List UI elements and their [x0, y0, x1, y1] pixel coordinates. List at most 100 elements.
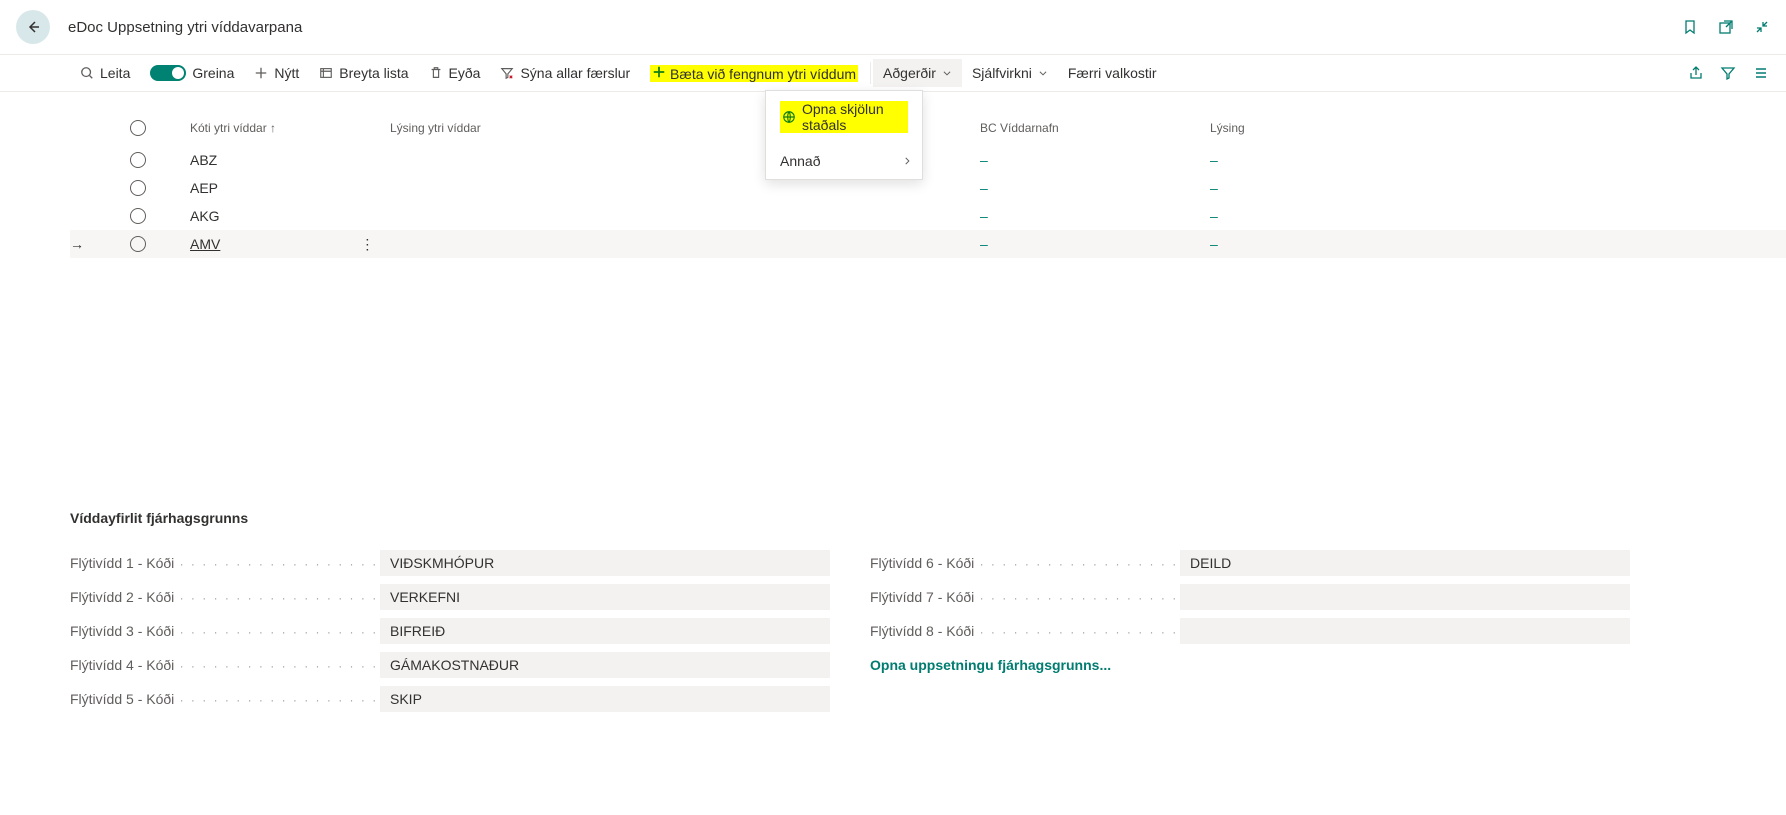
edit-list-action[interactable]: Breyta lista	[309, 59, 418, 87]
field-row: Flýtivídd 8 - Kóði	[870, 614, 1630, 648]
cell-bc[interactable]: –	[980, 208, 1210, 224]
field-value[interactable]: VIÐSKMHÓPUR	[380, 550, 830, 576]
fewer-options-action[interactable]: Færri valkostir	[1058, 59, 1167, 87]
plus-icon	[254, 66, 268, 80]
chevron-down-icon	[942, 68, 952, 78]
add-external-dims-label: Bæta við fengnum ytri víddum	[670, 66, 856, 82]
green-plus-icon	[652, 65, 666, 79]
cell-code: ABZ	[190, 152, 390, 168]
toolbar: Leita Greina Nýtt Breyta lista Eyða Sýna…	[0, 55, 1786, 92]
trash-icon	[429, 66, 443, 80]
cell-bc[interactable]: –	[980, 236, 1210, 252]
edit-list-icon	[319, 66, 333, 80]
field-row: Flýtivídd 3 - Kóði BIFREIÐ	[70, 614, 830, 648]
row-radio[interactable]	[130, 236, 146, 252]
share-icon[interactable]	[1688, 65, 1704, 81]
row-radio[interactable]	[130, 208, 146, 224]
actions-menu-button[interactable]: Aðgerðir	[873, 59, 962, 87]
field-value[interactable]	[1180, 584, 1630, 610]
col-bc-name[interactable]: BC Víddarnafn	[980, 121, 1210, 135]
filter-icon[interactable]	[1720, 65, 1736, 81]
field-row: Flýtivídd 6 - Kóði DEILD	[870, 546, 1630, 580]
collapse-icon[interactable]	[1754, 19, 1770, 35]
toolbar-divider	[870, 62, 871, 84]
back-button[interactable]	[16, 10, 50, 44]
cell-code: AKG	[190, 208, 390, 224]
open-gl-setup-link-row: Opna uppsetningu fjárhagsgrunns...	[870, 648, 1630, 682]
table-row[interactable]: AEP – –	[70, 174, 1786, 202]
cell-lysing[interactable]: –	[1210, 236, 1510, 252]
add-external-dims-action[interactable]: Bæta við fengnum ytri víddum	[640, 59, 868, 88]
table-row[interactable]: AKG – –	[70, 202, 1786, 230]
popout-icon[interactable]	[1718, 19, 1734, 35]
cell-bc[interactable]: –	[980, 180, 1210, 196]
cell-lysing[interactable]: –	[1210, 180, 1510, 196]
field-label: Flýtivídd 2 - Kóði	[70, 589, 380, 605]
new-action[interactable]: Nýtt	[244, 59, 309, 87]
list-icon[interactable]	[1752, 65, 1768, 81]
open-doc-label: Opna skjölun staðals	[802, 101, 906, 133]
table-row[interactable]: ABZ – –	[70, 146, 1786, 174]
fewer-options-label: Færri valkostir	[1068, 65, 1157, 81]
search-label: Leita	[100, 65, 130, 81]
search-icon	[80, 66, 94, 80]
row-radio[interactable]	[130, 180, 146, 196]
field-label: Flýtivídd 7 - Kóði	[870, 589, 1180, 605]
current-row-indicator-icon: →	[70, 236, 130, 252]
field-value[interactable]: VERKEFNI	[380, 584, 830, 610]
analyze-label: Greina	[192, 65, 234, 81]
field-value[interactable]	[1180, 618, 1630, 644]
field-label: Flýtivídd 5 - Kóði	[70, 691, 380, 707]
section-title: Víddayfirlit fjárhagsgrunns	[70, 510, 1756, 526]
field-value[interactable]: DEILD	[1180, 550, 1630, 576]
cell-code: AEP	[190, 180, 390, 196]
col-code[interactable]: Kóti ytri víddar ↑	[190, 121, 390, 135]
show-all-action[interactable]: Sýna allar færslur	[490, 59, 640, 87]
field-row: Flýtivídd 2 - Kóði VERKEFNI	[70, 580, 830, 614]
automation-menu-button[interactable]: Sjálfvirkni	[962, 59, 1058, 87]
field-value[interactable]: SKIP	[380, 686, 830, 712]
field-row: Flýtivídd 1 - Kóði VIÐSKMHÓPUR	[70, 546, 830, 580]
field-row: Flýtivídd 7 - Kóði	[870, 580, 1630, 614]
row-radio[interactable]	[130, 152, 146, 168]
field-label: Flýtivídd 6 - Kóði	[870, 555, 1180, 571]
cell-lysing[interactable]: –	[1210, 208, 1510, 224]
table-header-row: Kóti ytri víddar ↑ Lýsing ytri víddar BC…	[70, 92, 1786, 146]
select-all-radio[interactable]	[130, 120, 146, 136]
fields-left-column: Flýtivídd 1 - Kóði VIÐSKMHÓPUR Flýtivídd…	[70, 546, 830, 716]
chevron-right-icon	[902, 156, 912, 166]
col-lysing[interactable]: Lýsing	[1210, 121, 1510, 135]
arrow-left-icon	[25, 19, 41, 35]
table-row[interactable]: → AMV ⋮ – –	[70, 230, 1786, 258]
fields-right-column: Flýtivídd 6 - Kóði DEILD Flýtivídd 7 - K…	[870, 546, 1630, 716]
delete-label: Eyða	[449, 65, 481, 81]
cell-bc[interactable]: –	[980, 152, 1210, 168]
other-menu-item[interactable]: Annað	[766, 143, 922, 179]
filter-clear-icon	[500, 66, 514, 80]
new-label: Nýtt	[274, 65, 299, 81]
other-label: Annað	[780, 153, 820, 169]
field-value[interactable]: GÁMAKOSTNAÐUR	[380, 652, 830, 678]
open-doc-menu-item[interactable]: Opna skjölun staðals	[766, 91, 922, 143]
analyze-toggle[interactable]: Greina	[140, 59, 244, 87]
search-action[interactable]: Leita	[70, 59, 140, 87]
edit-list-label: Breyta lista	[339, 65, 408, 81]
field-value[interactable]: BIFREIÐ	[380, 618, 830, 644]
globe-icon	[782, 110, 796, 124]
actions-dropdown: Opna skjölun staðals Annað	[765, 90, 923, 180]
chevron-down-icon	[1038, 68, 1048, 78]
page-header: eDoc Uppsetning ytri víddavarpana	[0, 0, 1786, 55]
page-title: eDoc Uppsetning ytri víddavarpana	[68, 19, 302, 36]
actions-label: Aðgerðir	[883, 65, 936, 81]
field-label: Flýtivídd 3 - Kóði	[70, 623, 380, 639]
cell-code[interactable]: AMV	[190, 236, 220, 252]
field-label: Flýtivídd 8 - Kóði	[870, 623, 1180, 639]
field-row: Flýtivídd 4 - Kóði GÁMAKOSTNAÐUR	[70, 648, 830, 682]
bookmark-icon[interactable]	[1682, 19, 1698, 35]
delete-action[interactable]: Eyða	[419, 59, 491, 87]
toggle-switch-icon	[150, 65, 186, 81]
row-actions-icon[interactable]: ⋮	[360, 236, 376, 252]
cell-lysing[interactable]: –	[1210, 152, 1510, 168]
field-label: Flýtivídd 4 - Kóði	[70, 657, 380, 673]
open-gl-setup-link[interactable]: Opna uppsetningu fjárhagsgrunns...	[870, 657, 1111, 673]
